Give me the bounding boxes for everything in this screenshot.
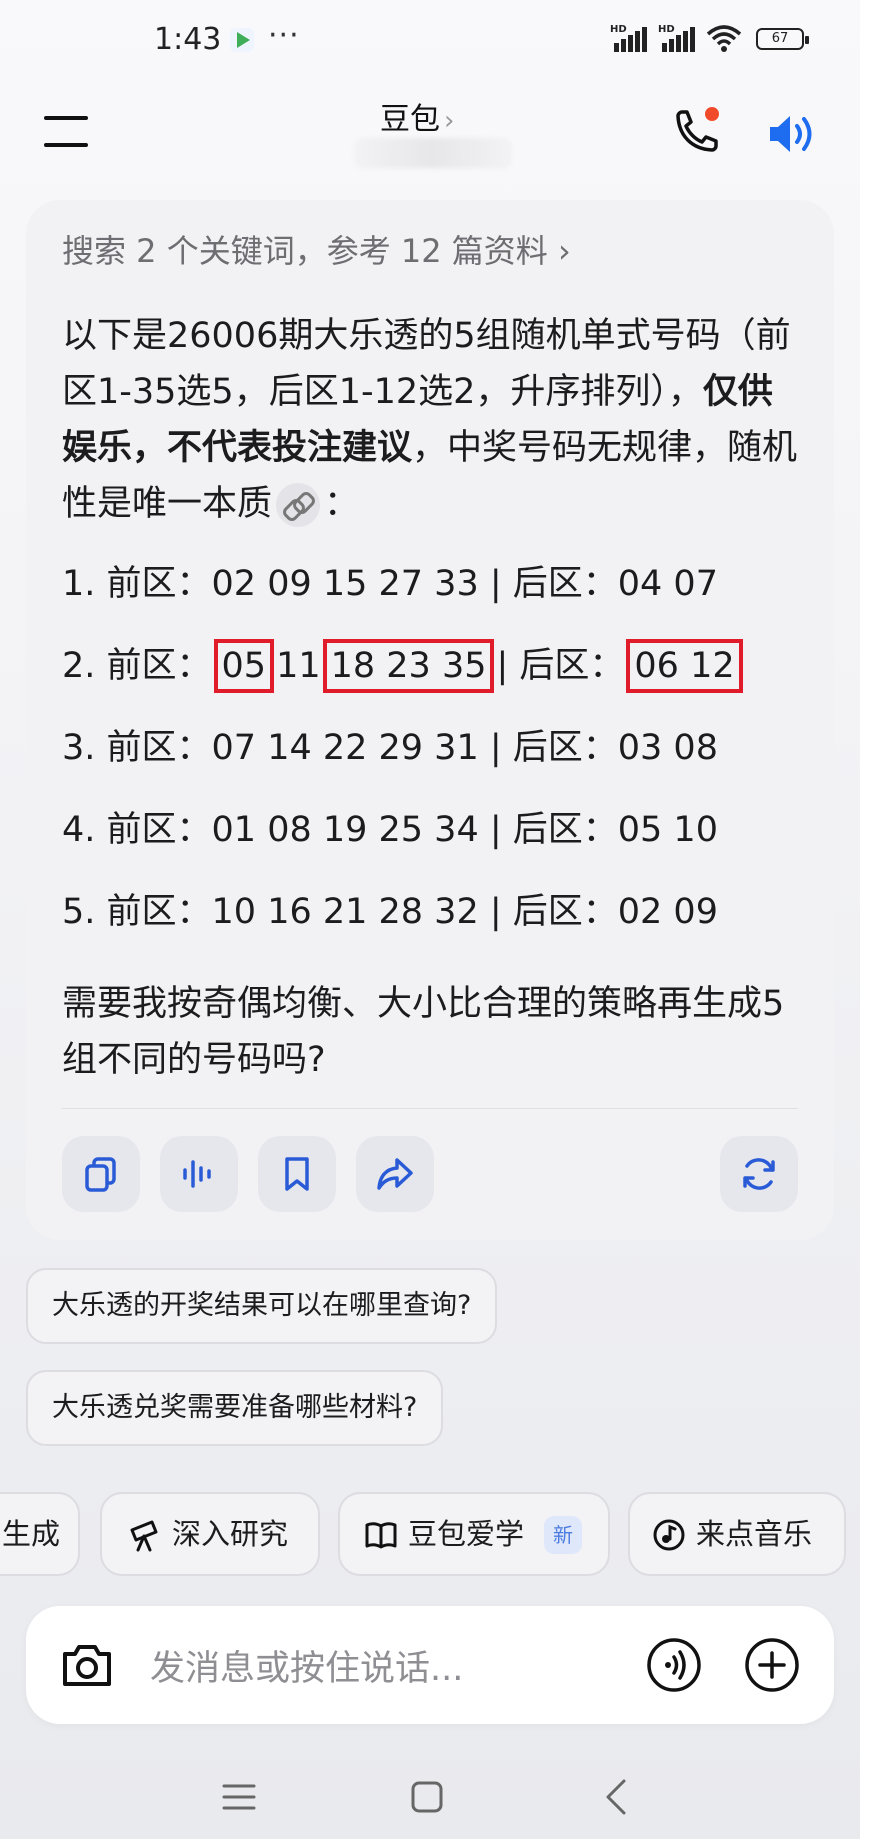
message-input[interactable]: 发消息或按住说话... [150,1640,463,1691]
play-store-icon [230,28,254,52]
number-row-1: 1. 前区：02 09 15 27 33 | 后区：04 07 [62,564,718,604]
regenerate-button[interactable] [720,1136,798,1212]
status-time: 1:43 [154,22,222,57]
bookmark-icon [285,1157,309,1191]
divider [62,1108,798,1109]
suggestion-chip-1[interactable]: 大乐透的开奖结果可以在哪里查询? [26,1268,498,1344]
system-nav-bar [0,1760,860,1839]
highlight-box: 18 23 35 [322,639,495,693]
telescope-icon [130,1520,158,1552]
suggestion-chip-2[interactable]: 大乐透兑奖需要准备哪些材料? [26,1370,444,1446]
add-icon[interactable] [744,1637,800,1693]
answer-card: 搜索 2 个关键词，参考 12 篇资料 › 以下是26006期大乐透的5组随机单… [26,200,834,1240]
link-icon[interactable] [276,483,321,527]
wifi-icon [706,25,742,52]
copy-button[interactable] [62,1136,140,1212]
speaker-icon[interactable] [764,108,820,160]
number-row-4: 4. 前区：01 08 19 25 34 | 后区：05 10 [62,810,718,850]
share-icon [377,1158,413,1190]
search-references-link[interactable]: 搜索 2 个关键词，参考 12 篇资料 › [62,226,571,272]
highlight-box: 05 [213,639,275,693]
chat-header: 豆包 › [0,82,860,192]
share-button[interactable] [356,1136,434,1212]
more-notifications-icon: ··· [268,18,300,53]
chat-title[interactable]: 豆包 › [380,94,454,138]
regenerate-icon [743,1158,775,1190]
number-row-2: 2. 前区： 05 11 18 23 35 | 后区： 06 12 [62,638,745,694]
tool-doubao-learning[interactable]: 豆包爱学 新 [338,1492,610,1576]
tool-deep-research[interactable]: 深入研究 [100,1492,320,1576]
answer-intro: 以下是26006期大乐透的5组随机单式号码（前区1-35选5，后区1-12选2，… [62,308,802,532]
signal-icon-2: HD [658,24,698,52]
number-row-3: 3. 前区：07 14 22 29 31 | 后区：03 08 [62,728,718,768]
book-icon [365,1522,397,1549]
app-screen: 1:43 ··· HD HD 67 豆包 › 搜索 2 个关键词，参考 12 篇… [0,0,860,1839]
battery-icon: 67 [756,28,809,50]
menu-icon[interactable] [44,116,88,148]
message-input-bar: 发消息或按住说话... [26,1606,834,1724]
bookmark-button[interactable] [258,1136,336,1212]
status-bar: 1:43 ··· HD HD 67 [0,0,860,80]
recent-apps-icon[interactable] [222,1782,256,1812]
signal-icon-1: HD [610,24,650,52]
camera-icon[interactable] [60,1640,114,1690]
new-badge: 新 [544,1516,582,1554]
chat-title-text: 豆包 [380,102,440,137]
tool-generate[interactable]: 生成 [0,1492,80,1576]
voice-icon [183,1160,211,1188]
phone-call-icon[interactable] [670,106,722,158]
music-icon [653,1519,685,1551]
chevron-right-icon: › [444,106,455,136]
follow-up-question: 需要我按奇偶均衡、大小比合理的策略再生成5组不同的号码吗? [62,984,785,1080]
back-icon[interactable] [602,1778,630,1816]
voice-input-icon[interactable] [646,1637,702,1693]
tool-music[interactable]: 来点音乐 [628,1492,846,1576]
screen-edge [860,0,882,1839]
highlight-box: 06 12 [626,639,743,693]
blurred-subtitle [354,138,512,168]
copy-icon [85,1157,116,1192]
number-row-5: 5. 前区：10 16 21 28 32 | 后区：02 09 [62,892,718,932]
home-icon[interactable] [410,1780,444,1814]
read-aloud-button[interactable] [160,1136,238,1212]
